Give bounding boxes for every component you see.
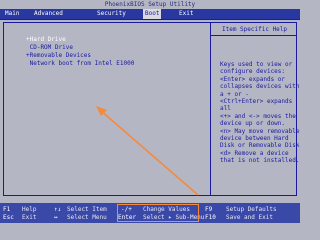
footer-desc-help: Help — [22, 206, 37, 213]
footer-desc-setup-defaults: Setup Defaults — [226, 206, 277, 213]
annotation-arrow-icon — [96, 106, 199, 196]
footer-desc-exit: Exit — [22, 214, 37, 221]
footer-key-esc: Esc — [3, 214, 14, 221]
arrow-shaft — [99, 109, 199, 196]
footer-key-arrows-lr: ↔ — [54, 214, 58, 221]
footer-desc-select-menu: Select Menu — [67, 214, 107, 221]
footer-key-f1: F1 — [3, 206, 11, 213]
footer-desc-save-and-exit: Save and Exit — [226, 214, 273, 221]
footer-key-f9: F9 — [205, 206, 213, 213]
footer-key-f10: F10 — [205, 214, 216, 221]
footer-key-arrows-ud: ↑↓ — [54, 206, 62, 213]
annotation-highlight-box — [117, 204, 199, 222]
footer-desc-select-item: Select Item — [67, 206, 107, 213]
